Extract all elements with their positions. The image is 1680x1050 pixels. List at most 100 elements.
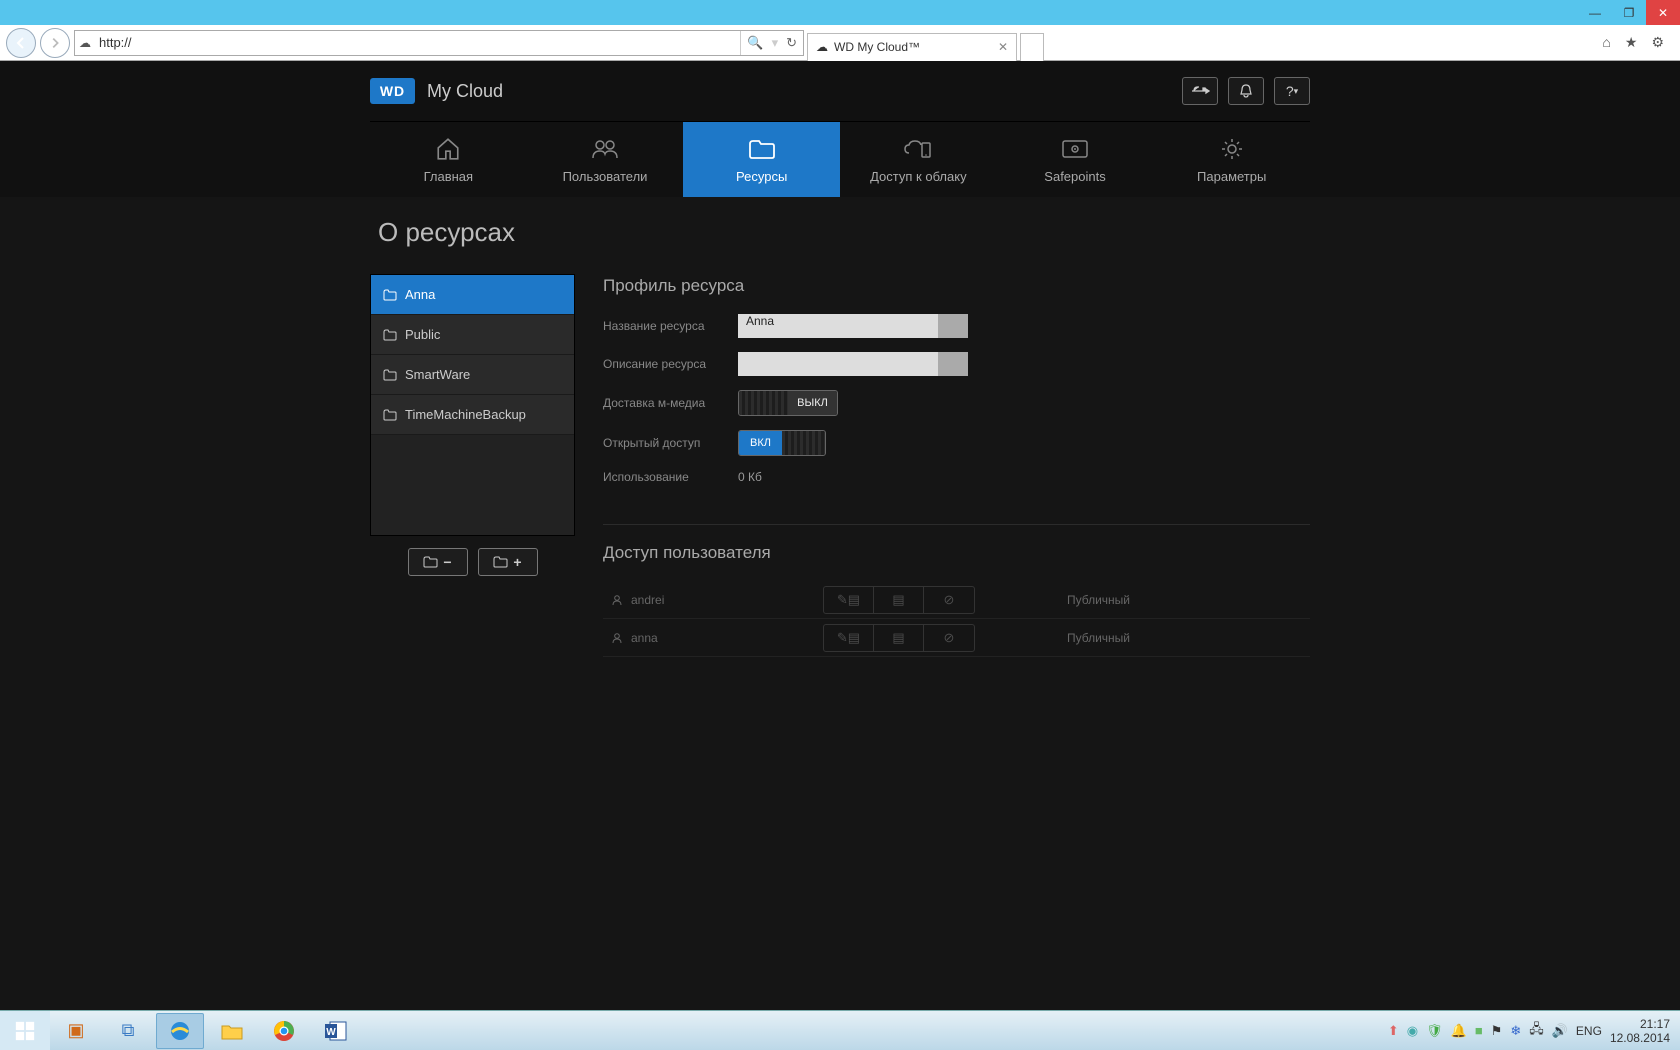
- user-name: andrei: [631, 593, 664, 607]
- search-icon[interactable]: 🔍: [747, 35, 763, 51]
- public-toggle[interactable]: ВКЛ: [738, 430, 826, 456]
- gear-icon[interactable]: ⚙: [1651, 34, 1664, 51]
- forward-button[interactable]: [40, 28, 70, 58]
- tray-icon[interactable]: ■: [1475, 1023, 1483, 1038]
- taskbar-chrome[interactable]: [260, 1013, 308, 1049]
- desc-input[interactable]: [738, 352, 968, 376]
- share-item-public[interactable]: Public: [371, 315, 574, 355]
- content: О ресурсах Anna Public: [0, 197, 1680, 1010]
- cloud-icon: ☁: [816, 40, 828, 54]
- perm-readonly-icon[interactable]: ▤: [874, 587, 924, 613]
- permission-buttons[interactable]: ✎▤ ▤ ⊘: [823, 624, 975, 652]
- users-icon: [590, 135, 620, 163]
- toggle-off-label: ВЫКЛ: [788, 391, 837, 415]
- cloud-icon: ☁: [75, 36, 95, 50]
- new-tab-button[interactable]: [1020, 33, 1044, 61]
- page: WD My Cloud ?▾ Главная Пользователи: [0, 61, 1680, 1010]
- tab-title: WD My Cloud™: [834, 40, 920, 54]
- tab-cloud[interactable]: Доступ к облаку: [840, 121, 997, 197]
- name-input[interactable]: Anna: [738, 314, 968, 338]
- share-list-empty: [371, 435, 574, 535]
- remove-share-button[interactable]: −: [408, 548, 468, 576]
- tab-users[interactable]: Пользователи: [527, 121, 684, 197]
- access-type: Публичный: [1067, 593, 1130, 607]
- taskbar-ie[interactable]: [156, 1013, 204, 1049]
- safepoints-icon: [1061, 135, 1089, 163]
- minimize-button[interactable]: —: [1578, 0, 1612, 25]
- taskbar-explorer[interactable]: [208, 1013, 256, 1049]
- perm-readwrite-icon[interactable]: ✎▤: [824, 587, 874, 613]
- tray-icon[interactable]: 🛡: [1426, 1023, 1443, 1039]
- header: WD My Cloud ?▾: [0, 61, 1680, 121]
- name-label: Название ресурса: [603, 319, 738, 333]
- tray-icon[interactable]: 🔔: [1451, 1023, 1467, 1039]
- tab-home[interactable]: Главная: [370, 121, 527, 197]
- address-bar[interactable]: ☁ 🔍 ▾ ↻: [74, 30, 804, 56]
- back-button[interactable]: [6, 28, 36, 58]
- tray-icon[interactable]: ❄: [1510, 1023, 1521, 1039]
- brand-label: My Cloud: [427, 81, 503, 102]
- perm-readwrite-icon[interactable]: ✎▤: [824, 625, 874, 651]
- url-input[interactable]: [95, 35, 740, 50]
- help-icon[interactable]: ?▾: [1274, 77, 1310, 105]
- add-share-button[interactable]: +: [478, 548, 538, 576]
- taskbar: ▣ ⧉ W ⬆ ◉ 🛡 🔔 ■ ⚑ ❄ 🖧 🔊 ENG 21:17 12.08.…: [0, 1010, 1680, 1050]
- user-name: anna: [631, 631, 658, 645]
- svg-text:W: W: [326, 1027, 336, 1038]
- user-icon: [611, 594, 623, 606]
- tab-close-icon[interactable]: ✕: [998, 40, 1008, 54]
- share-item-anna[interactable]: Anna: [371, 275, 574, 315]
- permission-buttons[interactable]: ✎▤ ▤ ⊘: [823, 586, 975, 614]
- taskbar-app-1[interactable]: ▣: [52, 1013, 100, 1049]
- media-toggle[interactable]: ВЫКЛ: [738, 390, 838, 416]
- tray-icon[interactable]: ⚑: [1491, 1023, 1503, 1039]
- browser-tab[interactable]: ☁ WD My Cloud™ ✕: [807, 33, 1017, 61]
- share-item-smartware[interactable]: SmartWare: [371, 355, 574, 395]
- perm-deny-icon[interactable]: ⊘: [924, 587, 974, 613]
- folder-icon: [383, 369, 397, 381]
- nav-label: Доступ к облаку: [870, 169, 966, 184]
- tray-icon[interactable]: ◉: [1407, 1023, 1418, 1039]
- perm-readonly-icon[interactable]: ▤: [874, 625, 924, 651]
- start-button[interactable]: [0, 1011, 50, 1050]
- tray-clock[interactable]: 21:17 12.08.2014: [1610, 1017, 1670, 1045]
- browser-menu-icons: ⌂ ★ ⚙: [1602, 34, 1674, 51]
- shares-sidebar: Anna Public SmartWare TimeMachineBa: [370, 274, 575, 657]
- tray-volume-icon[interactable]: 🔊: [1552, 1023, 1568, 1039]
- toggle-handle: [782, 431, 825, 455]
- close-button[interactable]: ✕: [1646, 0, 1680, 25]
- home-icon[interactable]: ⌂: [1602, 34, 1610, 51]
- share-label: Public: [405, 327, 440, 342]
- page-title: О ресурсах: [378, 217, 1310, 248]
- maximize-button[interactable]: ❐: [1612, 0, 1646, 25]
- access-heading: Доступ пользователя: [603, 543, 1310, 563]
- taskbar-word[interactable]: W: [312, 1013, 360, 1049]
- tab-shares[interactable]: Ресурсы: [683, 121, 840, 197]
- tray-icon[interactable]: ⬆: [1388, 1023, 1399, 1039]
- tab-safepoints[interactable]: Safepoints: [997, 121, 1154, 197]
- browser-toolbar: ☁ 🔍 ▾ ↻ ☁ WD My Cloud™ ✕ ⌂ ★ ⚙: [0, 25, 1680, 61]
- nav-label: Ресурсы: [736, 169, 787, 184]
- tray-network-icon[interactable]: 🖧: [1529, 1020, 1544, 1042]
- system-tray: ⬆ ◉ 🛡 🔔 ■ ⚑ ❄ 🖧 🔊 ENG 21:17 12.08.2014: [1388, 1017, 1680, 1045]
- folder-icon: [383, 409, 397, 421]
- public-label: Открытый доступ: [603, 436, 738, 450]
- share-item-timemachine[interactable]: TimeMachineBackup: [371, 395, 574, 435]
- taskbar-app-2[interactable]: ⧉: [104, 1013, 152, 1049]
- nav-label: Параметры: [1197, 169, 1266, 184]
- refresh-icon[interactable]: ↻: [786, 35, 797, 51]
- usage-label: Использование: [603, 470, 738, 484]
- access-type: Публичный: [1067, 631, 1130, 645]
- tab-settings[interactable]: Параметры: [1153, 121, 1310, 197]
- profile-heading: Профиль ресурса: [603, 276, 1310, 296]
- favorites-icon[interactable]: ★: [1625, 34, 1638, 51]
- tray-language[interactable]: ENG: [1576, 1024, 1602, 1038]
- user-access-row: andrei ✎▤ ▤ ⊘ Публичный: [603, 581, 1310, 619]
- nav-tabs: Главная Пользователи Ресурсы Доступ к об…: [0, 121, 1680, 197]
- nav-label: Safepoints: [1044, 169, 1105, 184]
- usb-icon[interactable]: [1182, 77, 1218, 105]
- bell-icon[interactable]: [1228, 77, 1264, 105]
- usage-value: 0 Кб: [738, 470, 762, 484]
- perm-deny-icon[interactable]: ⊘: [924, 625, 974, 651]
- window-titlebar: — ❐ ✕: [0, 0, 1680, 25]
